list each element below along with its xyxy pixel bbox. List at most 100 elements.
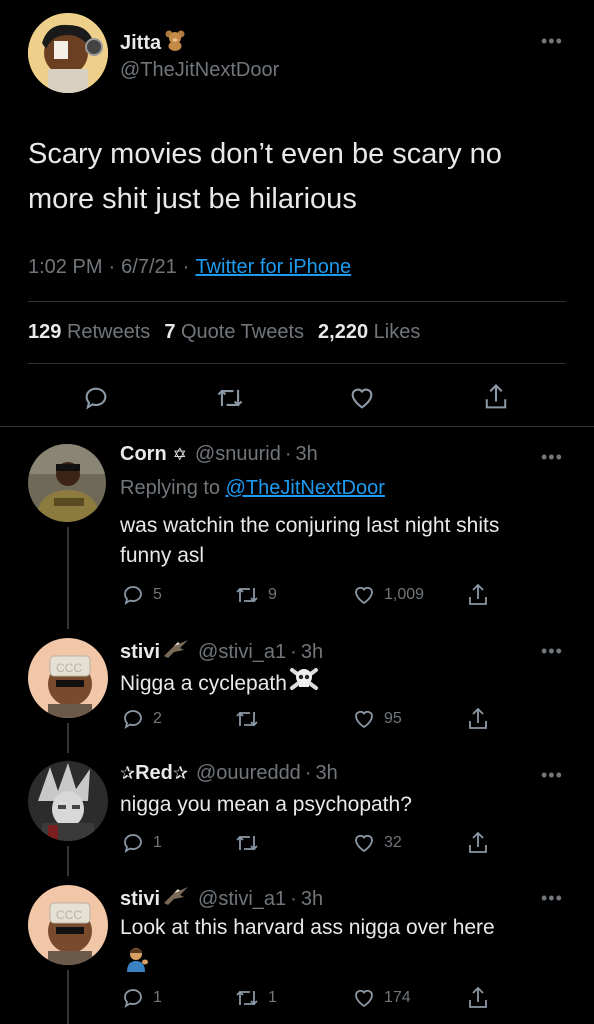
reply-button[interactable]: 5 bbox=[121, 583, 162, 607]
like-count: 95 bbox=[384, 710, 402, 727]
avatar-jitta[interactable] bbox=[28, 13, 108, 93]
heart-icon bbox=[355, 834, 373, 853]
man-tipping-hand-emoji-icon bbox=[122, 945, 150, 978]
teddy-bear-emoji-icon bbox=[164, 29, 186, 57]
share-icon bbox=[469, 583, 487, 605]
reply-header: stivi @stivi_a1 · 3h bbox=[120, 885, 323, 913]
retweet-icon bbox=[236, 990, 258, 1006]
reply-text-line2: funny asl bbox=[120, 544, 205, 567]
like-button[interactable] bbox=[348, 384, 376, 412]
like-button[interactable]: 95 bbox=[352, 707, 402, 731]
tweet-source-link[interactable]: Twitter for iPhone bbox=[195, 256, 351, 279]
meta-separator: · bbox=[290, 887, 297, 910]
thread-line bbox=[67, 846, 69, 876]
like-count: 32 bbox=[384, 834, 402, 851]
tweet-text-line1: Scary movies don’t even be scary no bbox=[28, 138, 502, 170]
share-icon bbox=[469, 707, 487, 729]
speech-bubble-icon bbox=[124, 710, 142, 729]
reply-author-name[interactable]: stivi bbox=[120, 888, 160, 911]
star-symbol-icon: ✡ bbox=[172, 444, 187, 464]
share-icon bbox=[485, 383, 507, 409]
retweet-button[interactable] bbox=[234, 707, 260, 731]
reply-button[interactable]: 2 bbox=[121, 707, 162, 731]
share-button[interactable] bbox=[466, 582, 490, 608]
more-dots-icon[interactable]: ••• bbox=[541, 448, 563, 466]
tweet-time[interactable]: 1:02 PM bbox=[28, 256, 102, 279]
tweet-date[interactable]: 6/7/21 bbox=[121, 256, 177, 279]
retweet-button[interactable] bbox=[215, 384, 245, 412]
more-dots-icon[interactable]: ••• bbox=[541, 766, 563, 784]
reply-text: Look at this harvard ass nigga over here bbox=[120, 913, 495, 943]
meta-separator: · bbox=[108, 256, 116, 278]
reply-count: 1 bbox=[153, 834, 162, 851]
reply-button[interactable]: 1 bbox=[121, 831, 162, 855]
like-button[interactable]: 32 bbox=[352, 831, 402, 855]
tweet-text-line2: more shit just be hilarious bbox=[28, 183, 357, 215]
eagle-emoji-icon bbox=[162, 638, 190, 666]
like-button[interactable]: 174 bbox=[352, 986, 411, 1010]
quotes-label: Quote Tweets bbox=[181, 321, 305, 343]
retweet-button[interactable]: 9 bbox=[234, 583, 277, 607]
meta-separator: · bbox=[182, 256, 190, 278]
avatar-red[interactable] bbox=[28, 761, 108, 841]
author-handle[interactable]: @TheJitNextDoor bbox=[120, 59, 279, 82]
quotes-count: 7 bbox=[164, 321, 176, 343]
reply-author-handle[interactable]: @snuurid bbox=[195, 443, 281, 466]
share-button[interactable] bbox=[466, 985, 490, 1011]
reply-author-name[interactable]: Red bbox=[135, 762, 173, 785]
more-dots-icon[interactable]: ••• bbox=[541, 642, 563, 660]
reply-author-name[interactable]: stivi bbox=[120, 641, 160, 664]
replying-to: Replying to @TheJitNextDoor bbox=[120, 477, 385, 500]
thread-line bbox=[67, 527, 69, 629]
reply-author-handle[interactable]: @stivi_a1 bbox=[198, 641, 286, 664]
reply-button[interactable]: 1 bbox=[121, 986, 162, 1010]
divider bbox=[0, 426, 594, 427]
avatar-corn[interactable] bbox=[28, 444, 106, 522]
eagle-emoji-icon bbox=[162, 885, 190, 913]
share-button[interactable] bbox=[466, 830, 490, 856]
avatar-stivi[interactable]: CCC bbox=[28, 638, 108, 718]
avatar-stivi[interactable]: CCC bbox=[28, 885, 108, 965]
speech-bubble-icon bbox=[85, 387, 107, 410]
share-button[interactable] bbox=[482, 382, 510, 412]
quotes-stat[interactable]: 7 Quote Tweets bbox=[164, 321, 304, 344]
reply-count: 2 bbox=[153, 710, 162, 727]
like-button[interactable]: 1,009 bbox=[352, 583, 424, 607]
reply-time[interactable]: 3h bbox=[301, 641, 323, 664]
retweets-stat[interactable]: 129 Retweets bbox=[28, 321, 150, 344]
reply-header: Corn ✡ @snuurid · 3h bbox=[120, 443, 318, 466]
reply-header: stivi @stivi_a1 · 3h bbox=[120, 638, 323, 666]
reply-text-line1: was watchin the conjuring last night shi… bbox=[120, 514, 500, 537]
reply-text: nigga you mean a psychopath? bbox=[120, 790, 412, 820]
author-name[interactable]: Jitta bbox=[120, 32, 161, 55]
like-count: 174 bbox=[384, 989, 411, 1006]
like-count: 1,009 bbox=[384, 586, 425, 603]
svg-text:CCC: CCC bbox=[56, 908, 82, 922]
reply-time[interactable]: 3h bbox=[301, 888, 323, 911]
replying-to-handle[interactable]: @TheJitNextDoor bbox=[226, 477, 385, 499]
sparkle-star-icon: ✰ bbox=[120, 763, 136, 783]
retweets-label: Retweets bbox=[66, 321, 151, 343]
retweet-button[interactable]: 1 bbox=[234, 986, 277, 1010]
reply-author-handle[interactable]: @ouureddd bbox=[196, 762, 301, 785]
reply-time[interactable]: 3h bbox=[315, 762, 337, 785]
thread-line bbox=[67, 970, 69, 1024]
likes-stat[interactable]: 2,220 Likes bbox=[318, 321, 420, 344]
likes-count: 2,220 bbox=[318, 321, 369, 343]
more-dots-icon[interactable]: ••• bbox=[541, 32, 563, 50]
reply-author-handle[interactable]: @stivi_a1 bbox=[198, 888, 286, 911]
divider bbox=[28, 301, 566, 302]
speech-bubble-icon bbox=[124, 834, 142, 853]
more-dots-icon[interactable]: ••• bbox=[541, 889, 563, 907]
share-button[interactable] bbox=[466, 706, 490, 732]
reply-count: 5 bbox=[153, 586, 162, 603]
reply-text-line1: Nigga a cyclepath bbox=[120, 671, 287, 695]
reply-author-name[interactable]: Corn bbox=[120, 443, 167, 466]
heart-icon bbox=[355, 586, 373, 605]
heart-icon bbox=[355, 710, 373, 729]
author-name-row[interactable]: Jitta bbox=[120, 29, 186, 57]
reply-button[interactable] bbox=[82, 384, 110, 412]
engagement-stats: 129 Retweets 7 Quote Tweets 2,220 Likes bbox=[28, 321, 420, 344]
reply-time[interactable]: 3h bbox=[296, 443, 318, 466]
retweet-button[interactable] bbox=[234, 831, 260, 855]
